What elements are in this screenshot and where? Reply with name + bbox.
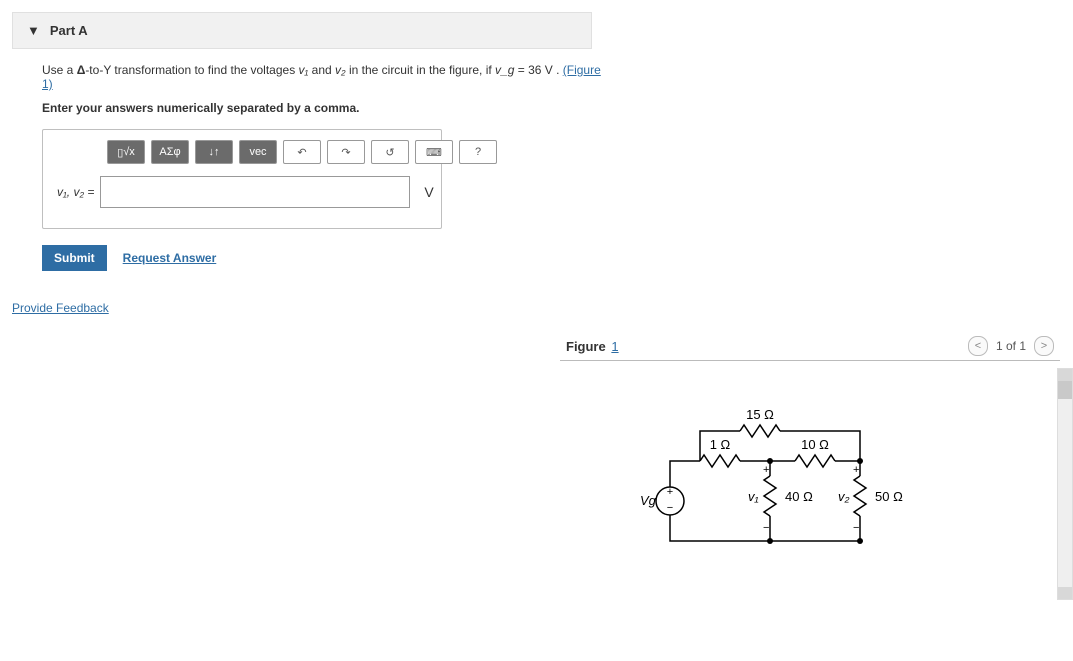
help-button[interactable]: ? [459,140,497,164]
part-header[interactable]: ▼ Part A [12,12,592,49]
scroll-thumb[interactable] [1058,381,1072,399]
figure-panel: Figure 1 < 1 of 1 > .w{stroke:#000;strok… [560,332,1060,574]
caret-down-icon: ▼ [27,23,40,38]
undo-button[interactable]: ↶ [283,140,321,164]
greek-button[interactable]: ΑΣφ [151,140,189,164]
v2-label: v₂ [838,489,850,504]
r-right: 10 Ω [801,437,829,452]
answer-box: ▯√x ΑΣφ ↓↑ vec ↶ ↷ ↺ ⌨ ? v₁, v₂ = V [42,129,442,229]
circuit-diagram: .w{stroke:#000;stroke-width:1.5;fill:non… [630,401,1060,574]
v2-minus: − [853,522,859,534]
r-left: 1 Ω [710,437,731,452]
figure-header: Figure 1 < 1 of 1 > [560,332,1060,361]
src-plus: + [667,486,673,498]
request-answer-link[interactable]: Request Answer [123,251,217,265]
v1-minus: − [763,522,769,534]
actions-row: Submit Request Answer [42,245,1073,271]
provide-feedback-link[interactable]: Provide Feedback [12,301,109,315]
q-vg: v_g [495,63,514,77]
next-figure-button[interactable]: > [1034,336,1054,356]
sqrt-label: √x [123,146,135,158]
figure-number: 1 [611,339,618,354]
answer-label: v₁, v₂ = [57,185,94,199]
figure-scrollbar[interactable] [1057,368,1073,600]
v2-plus: + [853,464,859,476]
q-mid2: and [308,63,335,77]
figure-pager: < 1 of 1 > [968,336,1054,356]
answer-input[interactable] [100,176,410,208]
answer-unit: V [424,184,433,200]
v1-plus: + [763,464,769,476]
prev-figure-button[interactable]: < [968,336,988,356]
part-title: Part A [50,23,88,38]
pager-text: 1 of 1 [996,339,1026,353]
r-out: 50 Ω [875,489,903,504]
instruction-text: Enter your answers numerically separated… [42,101,1073,115]
answer-row: v₁, v₂ = V [57,176,437,208]
question-text: Use a Δ-to-Y transformation to find the … [42,63,602,91]
scroll-up-icon[interactable] [1058,369,1072,381]
figure-title: Figure [566,339,606,354]
q-mid1: -to-Y transformation to find the voltage… [85,63,298,77]
r-mid: 40 Ω [785,489,813,504]
r-top: 15 Ω [746,407,774,422]
q-mid3: in the circuit in the figure, if [346,63,495,77]
q-v1: v₁ [299,63,309,77]
submit-button[interactable]: Submit [42,245,107,271]
subsup-button[interactable]: ↓↑ [195,140,233,164]
keyboard-button[interactable]: ⌨ [415,140,453,164]
scroll-down-icon[interactable] [1058,587,1072,599]
template-button[interactable]: ▯√x [107,140,145,164]
q-eq: = 36 V . [514,63,562,77]
reset-button[interactable]: ↺ [371,140,409,164]
src-label: Vg [640,493,657,508]
vec-button[interactable]: vec [239,140,277,164]
v1-label: v₁ [748,489,759,504]
q-prefix: Use a [42,63,77,77]
redo-button[interactable]: ↷ [327,140,365,164]
src-minus: − [667,502,673,514]
q-v2: v₂ [335,63,346,77]
input-toolbar: ▯√x ΑΣφ ↓↑ vec ↶ ↷ ↺ ⌨ ? [107,140,437,164]
